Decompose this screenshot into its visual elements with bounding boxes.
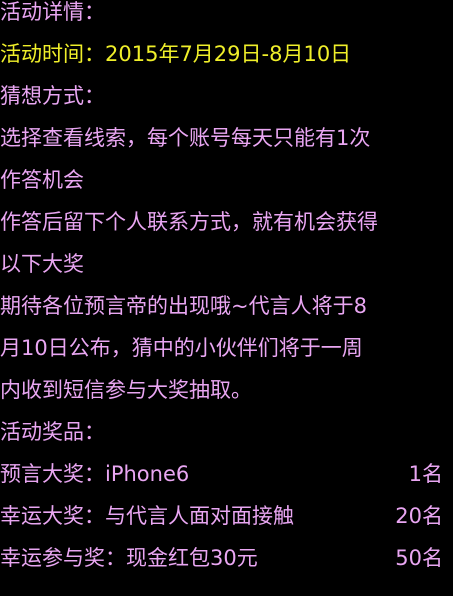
activity-time-value: 2015年7月29日-8月10日 xyxy=(105,42,352,66)
activity-time-label: 活动时间： xyxy=(0,42,105,66)
prize-quantity: 50名 xyxy=(395,546,443,570)
method-line: 内收到短信参与大奖抽取。 xyxy=(0,378,252,402)
method-line: 期待各位预言帝的出现哦~代言人将于8 xyxy=(0,294,367,318)
prize-row: 幸运大奖：与代言人面对面接触 20名 xyxy=(0,495,443,537)
prizes-title: 活动奖品： xyxy=(0,420,105,444)
method-line: 选择查看线索，每个账号每天只能有1次 xyxy=(0,126,371,150)
method-line: 作答后留下个人联系方式，就有机会获得 xyxy=(0,210,378,234)
prize-quantity: 1名 xyxy=(408,462,443,486)
activity-detail-panel: 活动详情： 活动时间：2015年7月29日-8月10日 猜想方式： 选择查看线索… xyxy=(0,0,453,596)
prize-name: 幸运参与奖：现金红包30元 xyxy=(0,546,258,570)
prize-quantity: 20名 xyxy=(395,504,443,528)
method-line: 以下大奖 xyxy=(0,252,84,276)
activity-time: 活动时间：2015年7月29日-8月10日 xyxy=(0,33,453,75)
method-title: 猜想方式： xyxy=(0,84,105,108)
details-title: 活动详情： xyxy=(0,0,105,24)
prize-row: 幸运参与奖：现金红包30元 50名 xyxy=(0,537,443,579)
prize-row: 预言大奖：iPhone6 1名 xyxy=(0,453,443,495)
method-line: 作答机会 xyxy=(0,168,84,192)
method-line: 月10日公布，猜中的小伙伴们将于一周 xyxy=(0,336,363,360)
prize-name: 预言大奖：iPhone6 xyxy=(0,462,190,486)
prize-name: 幸运大奖：与代言人面对面接触 xyxy=(0,504,294,528)
